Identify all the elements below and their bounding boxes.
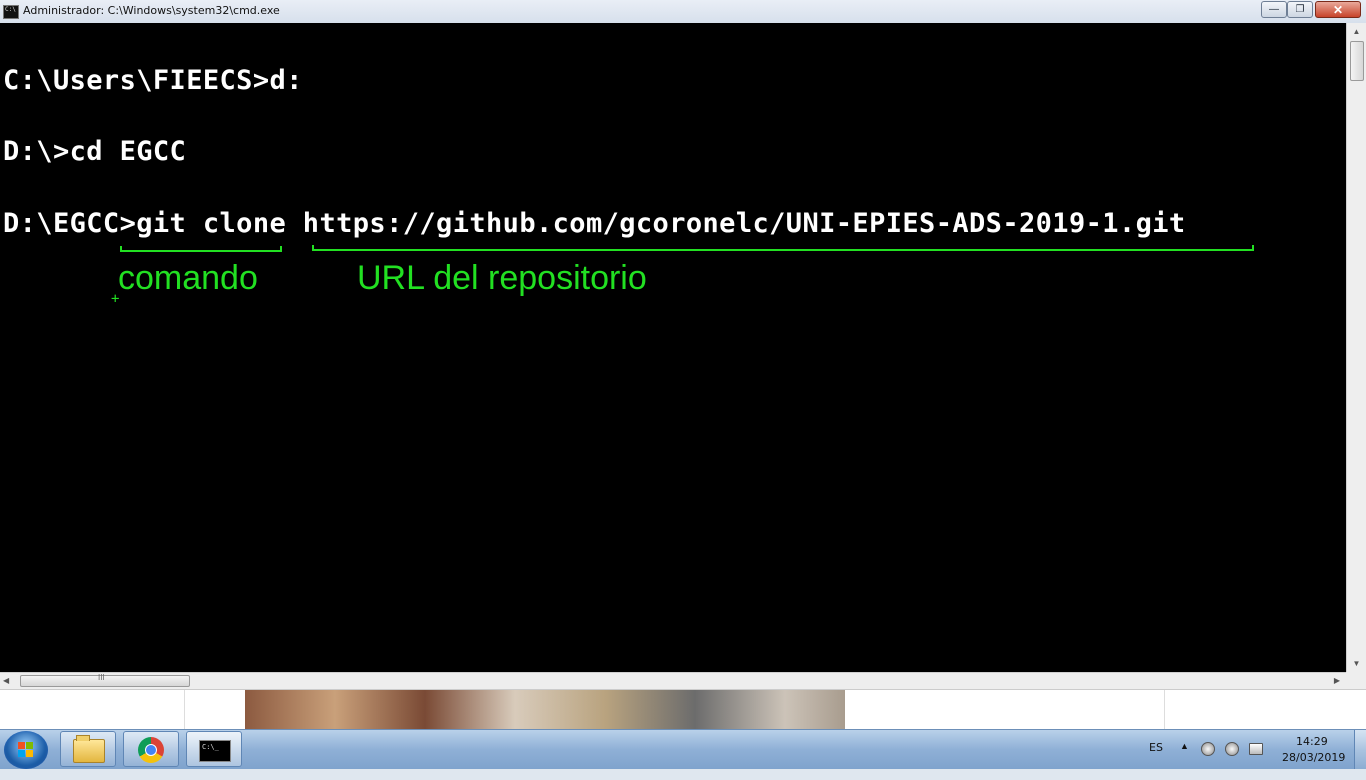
cmd-app-icon[interactable] bbox=[3, 5, 19, 19]
tray-app-icon[interactable] bbox=[1225, 742, 1239, 756]
taskbar-explorer-button[interactable] bbox=[60, 731, 116, 767]
start-button[interactable] bbox=[4, 731, 48, 769]
horizontal-scroll-thumb[interactable] bbox=[20, 675, 190, 687]
taskbar: C:\_ ES ▲ 14:29 28/03/2019 bbox=[0, 729, 1366, 769]
vertical-scroll-thumb[interactable] bbox=[1350, 41, 1364, 81]
cmd-icon: C:\_ bbox=[199, 740, 231, 762]
show-hidden-icons-icon[interactable]: ▲ bbox=[1180, 741, 1189, 780]
command-annotation: comando bbox=[118, 259, 258, 297]
console-line: C:\Users\FIEECS>d: bbox=[3, 65, 303, 96]
network-icon[interactable] bbox=[1249, 743, 1263, 755]
console-line: D:\>cd EGCC bbox=[3, 136, 187, 167]
clock-time[interactable]: 14:29 bbox=[1296, 735, 1328, 748]
console-line: D:\EGCC>git clone https://github.com/gco… bbox=[3, 208, 1186, 239]
taskbar-chrome-button[interactable] bbox=[123, 731, 179, 767]
command-underline bbox=[120, 246, 282, 252]
scroll-down-icon[interactable]: ▼ bbox=[1347, 655, 1366, 672]
chrome-icon bbox=[138, 737, 164, 763]
scroll-left-icon[interactable]: ◀ bbox=[3, 673, 9, 689]
scrollbar-corner bbox=[1346, 672, 1366, 689]
windows-logo-icon bbox=[18, 742, 34, 758]
taskbar-cmd-button[interactable]: C:\_ bbox=[186, 731, 242, 767]
background-photo bbox=[245, 690, 845, 730]
horizontal-scrollbar[interactable]: ◀ III ▶ bbox=[0, 672, 1346, 689]
background-window-strip bbox=[0, 689, 1366, 730]
crosshair-cursor-icon: + bbox=[111, 291, 120, 307]
tray-app-icon[interactable] bbox=[1201, 742, 1215, 756]
language-indicator[interactable]: ES bbox=[1149, 741, 1163, 780]
divider bbox=[1164, 690, 1165, 730]
url-annotation: URL del repositorio bbox=[357, 259, 647, 297]
window-titlebar[interactable]: Administrador: C:\Windows\system32\cmd.e… bbox=[0, 0, 1366, 24]
minimize-button[interactable]: — bbox=[1261, 1, 1287, 18]
scroll-grip-icon: III bbox=[98, 673, 105, 682]
scroll-right-icon[interactable]: ▶ bbox=[1334, 673, 1340, 689]
divider bbox=[184, 690, 185, 730]
folder-icon bbox=[73, 735, 105, 763]
scroll-up-icon[interactable]: ▲ bbox=[1347, 23, 1366, 40]
show-desktop-button[interactable] bbox=[1354, 730, 1366, 769]
vertical-scrollbar[interactable]: ▲ ▼ bbox=[1346, 23, 1366, 672]
maximize-button[interactable]: ❐ bbox=[1287, 1, 1313, 18]
clock-date[interactable]: 28/03/2019 bbox=[1282, 751, 1345, 764]
window-title: Administrador: C:\Windows\system32\cmd.e… bbox=[23, 4, 280, 17]
close-button[interactable]: ✕ bbox=[1315, 1, 1361, 18]
cmd-icon-text: C:\_ bbox=[202, 743, 219, 751]
url-underline bbox=[312, 245, 1254, 251]
console-output[interactable]: C:\Users\FIEECS>d: D:\>cd EGCC D:\EGCC>g… bbox=[0, 23, 1346, 672]
